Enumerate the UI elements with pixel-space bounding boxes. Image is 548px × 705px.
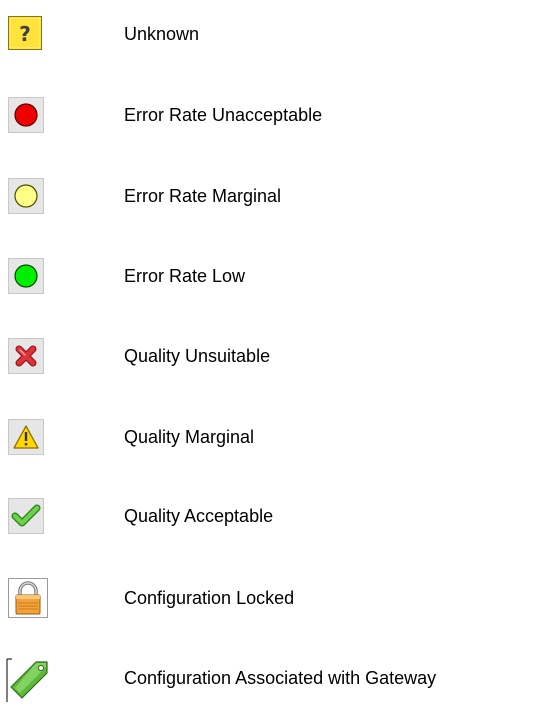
yellow-circle-icon <box>8 178 44 214</box>
legend-row-unknown: ? Unknown <box>0 14 548 54</box>
green-tag-icon <box>6 658 50 702</box>
red-circle-icon <box>8 97 44 133</box>
green-check-icon <box>8 498 44 534</box>
legend-row-error-rate-marginal: Error Rate Marginal <box>0 176 548 216</box>
legend-row-quality-marginal: Quality Marginal <box>0 417 548 457</box>
legend-label-error-rate-unacceptable: Error Rate Unacceptable <box>124 105 323 125</box>
legend-label-error-rate-low: Error Rate Low <box>124 266 246 286</box>
legend-row-configuration-associated-with-gateway: Configuration Associated with Gateway <box>0 658 548 704</box>
legend-label-quality-marginal: Quality Marginal <box>124 427 255 447</box>
legend-row-quality-acceptable: Quality Acceptable <box>0 496 548 536</box>
red-x-icon <box>8 338 44 374</box>
padlock-icon <box>8 578 48 618</box>
legend-row-configuration-locked: Configuration Locked <box>0 578 548 618</box>
svg-text:?: ? <box>19 22 31 46</box>
legend-row-error-rate-low: Error Rate Low <box>0 256 548 296</box>
legend-label-error-rate-marginal: Error Rate Marginal <box>124 186 282 206</box>
legend-row-quality-unsuitable: Quality Unsuitable <box>0 336 548 376</box>
legend-label-quality-unsuitable: Quality Unsuitable <box>124 346 271 366</box>
legend-label-configuration-associated-with-gateway: Configuration Associated with Gateway <box>124 668 437 688</box>
legend-label-quality-acceptable: Quality Acceptable <box>124 506 274 526</box>
question-mark-icon: ? <box>8 16 42 50</box>
green-circle-icon <box>8 258 44 294</box>
legend-label-configuration-locked: Configuration Locked <box>124 588 295 608</box>
warning-triangle-icon <box>8 419 44 455</box>
legend-row-error-rate-unacceptable: Error Rate Unacceptable <box>0 95 548 135</box>
legend-label-unknown: Unknown <box>124 24 200 44</box>
icon-legend: ? Unknown Error Rate Unacceptable Error … <box>0 0 548 705</box>
